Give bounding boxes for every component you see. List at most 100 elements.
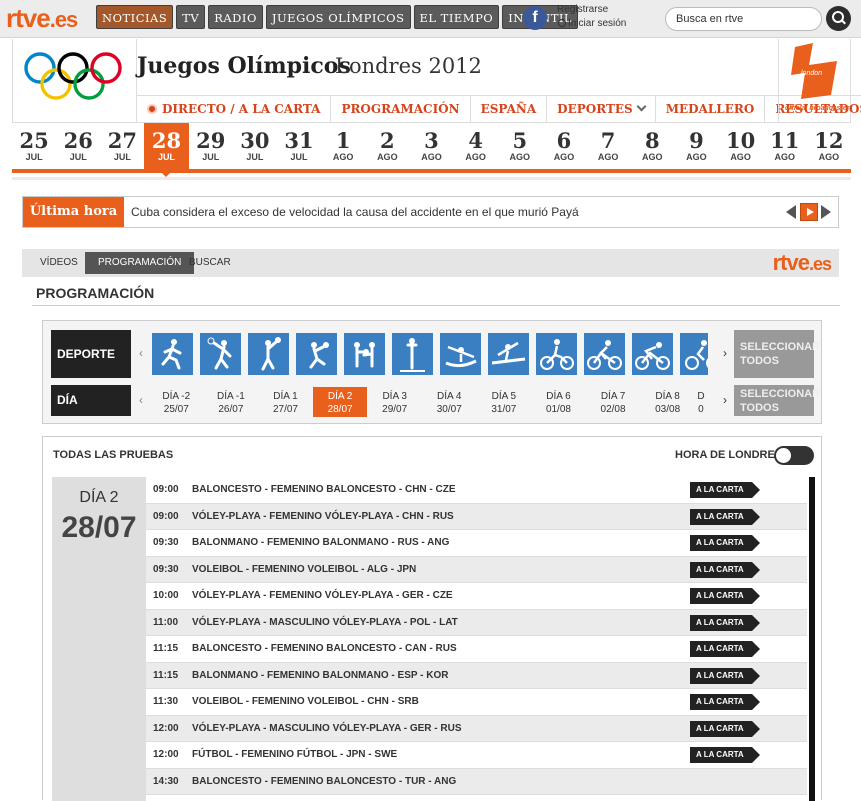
day-option[interactable]: DÍA 5 31/07 [477, 387, 532, 417]
date-item[interactable]: 27 JUL [100, 123, 144, 173]
a-la-carta-button[interactable]: A LA CARTA [690, 720, 760, 737]
schedule-event[interactable]: VÓLEY-PLAYA - MASCULINO VÓLEY-PLAYA - PO… [192, 610, 458, 636]
register-link[interactable]: Registrarse [557, 4, 608, 15]
date-item[interactable]: 4 AGO [454, 123, 498, 173]
tab-item[interactable]: BUSCAR [176, 252, 244, 274]
date-item[interactable]: 9 AGO [674, 123, 718, 173]
day-option[interactable]: DÍA 2 28/07 [312, 387, 368, 417]
schedule-event[interactable]: BALONMANO - FEMENINO BALONMANO - ESP - K… [192, 663, 448, 689]
day-option[interactable]: DÍA 1 27/07 [258, 387, 313, 417]
a-la-carta-button[interactable]: A LA CARTA [690, 535, 760, 551]
a-la-carta-button[interactable]: A LA CARTA [690, 694, 760, 710]
canoe-slalom-icon[interactable] [440, 333, 481, 375]
date-item[interactable]: 3 AGO [409, 123, 453, 173]
a-la-carta-button[interactable]: A LA CARTA [690, 588, 760, 604]
select-all-sports-button[interactable]: SELECCIONAR TODOS [734, 330, 820, 378]
handball-icon[interactable] [296, 333, 337, 375]
day-option[interactable]: DÍA 4 30/07 [422, 387, 477, 417]
date-item[interactable]: 6 AGO [542, 123, 586, 173]
rtve-logo-small[interactable]: rtve.es [773, 250, 832, 276]
date-item[interactable]: 28 JUL [144, 123, 189, 177]
main-nav-item[interactable]: MEDALLERO [656, 96, 766, 123]
day-option[interactable]: DÍA 3 29/07 [367, 387, 422, 417]
date-item[interactable]: 10 AGO [719, 123, 763, 173]
date-item[interactable]: 2 AGO [365, 123, 409, 173]
cycling-road-icon[interactable] [632, 333, 673, 375]
sport-prev-icon[interactable]: ‹ [134, 346, 148, 360]
cycling-track-icon[interactable] [680, 333, 708, 375]
date-item[interactable]: 12 AGO [807, 123, 851, 173]
day-prev-icon[interactable]: ‹ [134, 393, 148, 407]
prev-arrow-icon[interactable] [786, 205, 796, 219]
day-option-label: DÍA 8 [655, 391, 680, 402]
date-item[interactable]: 29 JUL [189, 123, 233, 173]
main-nav-item[interactable]: DIRECTO / A LA CARTA [137, 96, 332, 123]
sport-next-icon[interactable]: › [718, 346, 732, 360]
date-item[interactable]: 11 AGO [763, 123, 807, 173]
bmx-icon[interactable] [536, 333, 577, 375]
play-icon[interactable] [800, 203, 818, 221]
next-arrow-icon[interactable] [821, 205, 831, 219]
day-option[interactable]: DÍA 7 02/08 [586, 387, 641, 417]
a-la-carta-button[interactable]: A LA CARTA [690, 747, 760, 763]
schedule-event[interactable]: VOLEIBOL - FEMENINO VOLEIBOL - CHN - SRB [192, 689, 419, 715]
top-nav-item[interactable]: EL TIEMPO [413, 5, 500, 29]
badminton-icon[interactable] [200, 333, 241, 375]
schedule-event[interactable]: BALONCESTO - FEMENINO BALONCESTO - TUR -… [192, 769, 456, 795]
top-nav-item[interactable]: NOTICIAS [96, 5, 174, 29]
date-item[interactable]: 30 JUL [233, 123, 277, 173]
canoe-sprint-icon[interactable] [488, 333, 529, 375]
search-icon[interactable] [826, 6, 851, 31]
schedule-event[interactable]: VOLEIBOL - FEMENINO VOLEIBOL - ALG - JPN [192, 557, 416, 583]
a-la-carta-button[interactable]: A LA CARTA [690, 667, 760, 684]
schedule-row: 09:00 BALONCESTO - FEMENINO BALONCESTO - … [146, 477, 807, 504]
search-input[interactable] [665, 7, 822, 31]
main-nav-item[interactable]: DEPORTES [547, 96, 656, 123]
schedule-event[interactable]: VÓLEY-PLAYA - FEMENINO VÓLEY-PLAYA - GER… [192, 583, 453, 609]
schedule-event[interactable]: BALONCESTO - FEMENINO BALONCESTO - CAN -… [192, 636, 457, 662]
date-item[interactable]: 26 JUL [56, 123, 100, 173]
date-item[interactable]: 5 AGO [498, 123, 542, 173]
date-day: 6 [556, 128, 572, 153]
date-item[interactable]: 31 JUL [277, 123, 321, 173]
main-nav-item[interactable]: ESPAÑA [471, 96, 548, 123]
diving-icon[interactable] [392, 333, 433, 375]
top-nav-item[interactable]: RADIO [208, 5, 263, 29]
mountain-bike-icon[interactable] [584, 333, 625, 375]
a-la-carta-button[interactable]: A LA CARTA [690, 561, 760, 578]
a-la-carta-button[interactable]: A LA CARTA [690, 641, 760, 657]
schedule-scrollbar[interactable] [809, 477, 815, 801]
boxing-icon[interactable] [344, 333, 385, 375]
tab-item[interactable]: VÍDEOS [27, 252, 91, 274]
date-item[interactable]: 1 AGO [321, 123, 365, 173]
basketball-icon[interactable] [248, 333, 289, 375]
day-option[interactable]: DÍA -2 25/07 [149, 387, 204, 417]
day-option[interactable]: DÍA 6 01/08 [531, 387, 586, 417]
a-la-carta-button[interactable]: A LA CARTA [690, 482, 760, 498]
date-item[interactable]: 25 JUL [12, 123, 56, 173]
breaking-text[interactable]: Cuba considera el exceso de velocidad la… [131, 197, 579, 227]
schedule-event[interactable]: FÚTBOL - FEMENINO FÚTBOL - JPN - SWE [192, 742, 397, 768]
schedule-event[interactable]: BALONCESTO - FEMENINO BALONCESTO - CHN -… [192, 477, 456, 503]
select-all-days-button[interactable]: SELECCIONAR TODOS [734, 385, 820, 416]
a-la-carta-button[interactable]: A LA CARTA [690, 508, 760, 525]
top-nav-item[interactable]: TV [176, 5, 206, 29]
date-item[interactable]: 8 AGO [630, 123, 674, 173]
a-la-carta-button[interactable]: A LA CARTA [690, 614, 760, 631]
day-option[interactable]: DÍA 8 03/08 [640, 387, 695, 417]
day-option[interactable]: DÍA -1 26/07 [204, 387, 259, 417]
date-item[interactable]: 7 AGO [586, 123, 630, 173]
day-next-icon[interactable]: › [718, 393, 732, 407]
main-nav-item[interactable]: PROGRAMACIÓN [331, 96, 471, 123]
schedule-event[interactable]: VÓLEY-PLAYA - FEMENINO VÓLEY-PLAYA - CHN… [192, 504, 454, 530]
london-time-toggle[interactable] [774, 446, 814, 465]
day-option[interactable]: D0 [695, 387, 707, 417]
top-nav-item[interactable]: JUEGOS OLÍMPICOS [265, 5, 411, 29]
day-option-label: DÍA 7 [600, 391, 626, 402]
athletics-icon[interactable] [152, 333, 193, 375]
facebook-icon[interactable]: f [523, 6, 547, 30]
schedule-event[interactable]: BALONMANO - FEMENINO BALONMANO - RUS - A… [192, 530, 449, 556]
rtve-logo[interactable]: rtve.es [6, 3, 78, 34]
login-link[interactable]: Iniciar sesión [558, 18, 626, 29]
schedule-event[interactable]: VÓLEY-PLAYA - MASCULINO VÓLEY-PLAYA - GE… [192, 716, 462, 742]
